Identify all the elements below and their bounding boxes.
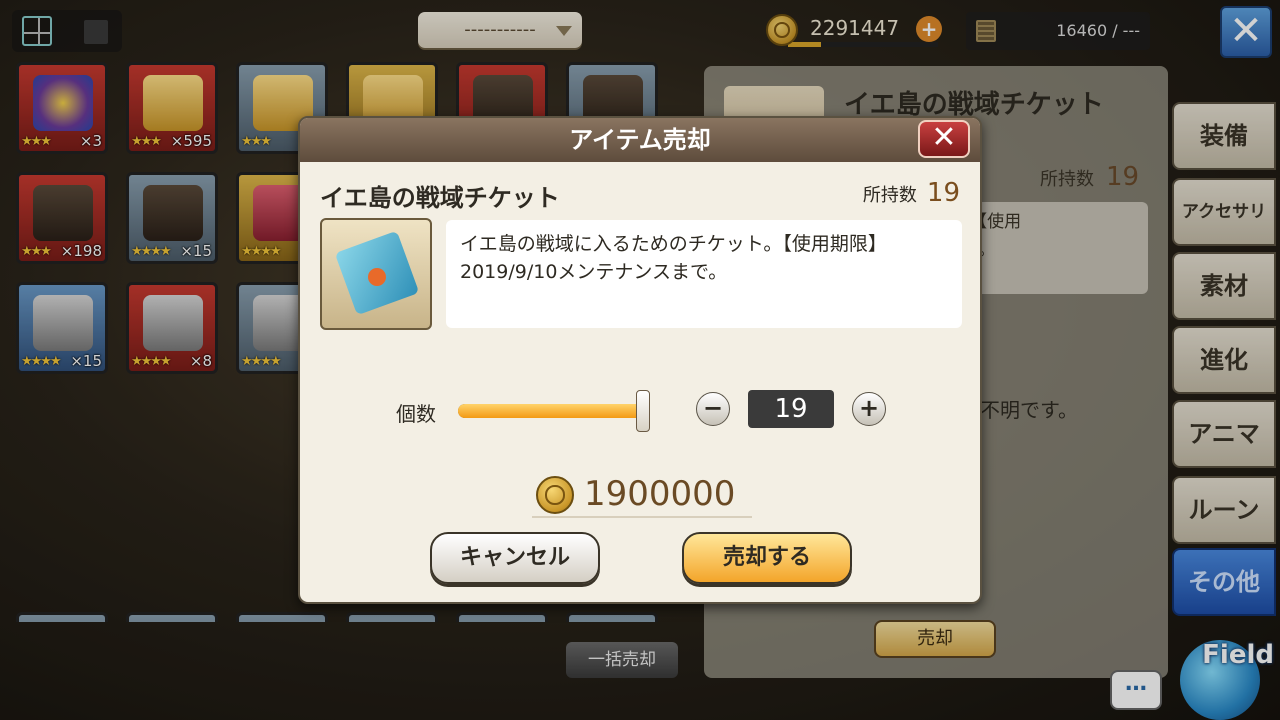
dialog-close-button[interactable]: ✕	[918, 120, 970, 158]
quantity-slider-handle[interactable]	[636, 390, 650, 432]
coin-icon	[536, 476, 574, 514]
dialog-owned: 所持数 19	[863, 178, 960, 208]
dialog-owned-count: 19	[926, 178, 960, 208]
quantity-value[interactable]: 19	[748, 390, 834, 428]
confirm-sell-button[interactable]: 売却する	[682, 532, 852, 584]
decrease-quantity-button[interactable]: −	[696, 392, 730, 426]
cancel-button[interactable]: キャンセル	[430, 532, 600, 584]
dialog-owned-label: 所持数	[862, 185, 917, 206]
sell-item-dialog: アイテム売却 ✕ イエ島の戦域チケット 所持数 19 イエ島の戦域に入るためのチケ…	[298, 116, 982, 604]
sale-price-value: 1900000	[584, 474, 736, 514]
quantity-slider-fill	[458, 404, 643, 418]
dialog-description: イエ島の戦域に入るためのチケット。【使用期限】2019/9/10メンテナンスまで…	[446, 220, 962, 328]
increase-quantity-button[interactable]: +	[852, 392, 886, 426]
sale-price: 1900000	[532, 472, 752, 518]
quantity-label: 個数	[396, 402, 436, 426]
dialog-item-thumbnail	[320, 218, 432, 330]
flower-icon	[368, 268, 386, 286]
quantity-slider[interactable]	[458, 390, 650, 432]
dialog-title: アイテム売却	[300, 118, 980, 162]
dialog-item-name: イエ島の戦域チケット	[320, 184, 560, 212]
